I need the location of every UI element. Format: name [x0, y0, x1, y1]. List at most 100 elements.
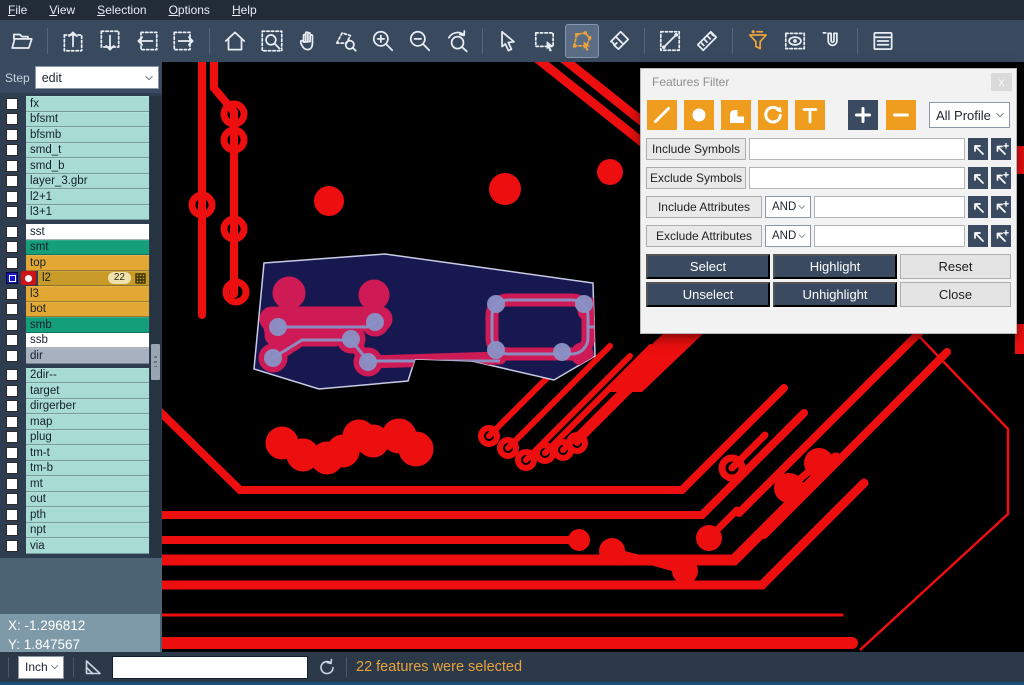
layer-row-l3[interactable]: l3 — [0, 286, 149, 302]
pick-arrow-add-icon[interactable] — [991, 138, 1011, 160]
layer-row-dirgerber[interactable]: dirgerber — [0, 399, 149, 415]
layer-checkbox[interactable] — [6, 319, 18, 331]
layer-color-bar[interactable]: via — [26, 538, 149, 554]
layer-checkbox[interactable] — [6, 509, 18, 521]
menu-item-selection[interactable]: Selection — [97, 3, 146, 17]
negative-icon[interactable] — [886, 100, 916, 130]
layer-row-smt[interactable]: smt — [0, 240, 149, 256]
layer-color-bar[interactable]: target — [26, 383, 149, 399]
zoom-previous-icon[interactable] — [441, 25, 473, 57]
reset-button[interactable]: Reset — [900, 254, 1011, 279]
layer-checkbox[interactable] — [6, 447, 18, 459]
layer-checkbox[interactable] — [6, 416, 18, 428]
layer-row-smd_b[interactable]: smd_b — [0, 158, 149, 174]
sidebar-scrollbar[interactable] — [150, 96, 161, 558]
layer-color-bar[interactable]: smd_b — [26, 158, 149, 174]
ruler-icon[interactable] — [691, 25, 723, 57]
clean-brush-icon[interactable] — [603, 25, 635, 57]
pick-arrow-add-icon[interactable] — [991, 225, 1011, 247]
layer-checkbox[interactable] — [6, 160, 18, 172]
layer-row-pth[interactable]: pth — [0, 507, 149, 523]
layer-color-bar[interactable]: smd_t — [26, 143, 149, 159]
pick-arrow-icon[interactable] — [968, 196, 988, 218]
pick-arrow-add-icon[interactable] — [991, 196, 1011, 218]
layers-form-icon[interactable] — [867, 25, 899, 57]
command-input[interactable] — [112, 656, 308, 679]
layer-row-out[interactable]: out — [0, 492, 149, 508]
layer-color-bar[interactable]: layer_3.gbr — [26, 174, 149, 190]
menu-item-options[interactable]: Options — [169, 3, 210, 17]
pick-arrow-icon[interactable] — [968, 167, 988, 189]
snap-magnet-icon[interactable] — [816, 25, 848, 57]
pad-shape-icon[interactable] — [684, 100, 714, 130]
layer-color-bar[interactable]: plug — [26, 430, 149, 446]
layer-row-l2[interactable]: l222 — [0, 271, 149, 287]
layer-checkbox[interactable] — [6, 540, 18, 552]
positive-icon[interactable] — [848, 100, 878, 130]
layer-color-bar[interactable]: sst — [26, 224, 149, 240]
layer-checkbox[interactable] — [6, 288, 18, 300]
dialog-titlebar[interactable]: Features Filter x — [641, 69, 1016, 94]
transform-zoom-icon[interactable] — [330, 25, 362, 57]
layer-color-bar[interactable]: fx — [26, 96, 149, 112]
filter-value-input[interactable] — [749, 167, 965, 189]
step-select[interactable]: edit — [35, 66, 159, 89]
filter-label-button[interactable]: Include Attributes — [646, 196, 762, 218]
close-icon[interactable]: x — [991, 73, 1012, 91]
layer-row-target[interactable]: target — [0, 383, 149, 399]
layer-row-top[interactable]: top — [0, 255, 149, 271]
layer-checkbox[interactable] — [6, 524, 18, 536]
open-folder-icon[interactable] — [6, 25, 38, 57]
layer-row-dir[interactable]: dir — [0, 348, 149, 364]
and-or-select[interactable]: AND — [765, 196, 811, 218]
home-view-icon[interactable] — [219, 25, 251, 57]
layer-color-bar[interactable]: tm-b — [26, 461, 149, 477]
filter-label-button[interactable]: Exclude Symbols — [646, 167, 746, 189]
layer-row-ssb[interactable]: ssb — [0, 333, 149, 349]
layer-color-bar[interactable]: smb — [26, 317, 149, 333]
zoom-out-icon[interactable] — [404, 25, 436, 57]
layer-color-bar[interactable]: 2dir-- — [26, 368, 149, 384]
grid-icon[interactable] — [135, 273, 146, 284]
send-up-icon[interactable] — [57, 25, 89, 57]
layer-checkbox[interactable] — [6, 98, 18, 110]
send-down-icon[interactable] — [94, 25, 126, 57]
unhighlight-button[interactable]: Unhighlight — [773, 282, 897, 307]
layer-row-via[interactable]: via — [0, 538, 149, 554]
pick-arrow-add-icon[interactable] — [991, 167, 1011, 189]
pick-arrow-icon[interactable] — [968, 225, 988, 247]
pan-hand-icon[interactable] — [293, 25, 325, 57]
layer-row-bfsmt[interactable]: bfsmt — [0, 112, 149, 128]
layer-row-mt[interactable]: mt — [0, 476, 149, 492]
corner-tool-icon[interactable] — [83, 658, 103, 677]
layer-color-bar[interactable]: top — [26, 255, 149, 271]
menu-item-file[interactable]: File — [8, 3, 27, 17]
sidebar-scrollbar-thumb[interactable] — [151, 344, 160, 380]
layer-checkbox[interactable] — [6, 369, 18, 381]
layer-color-bar[interactable]: npt — [26, 523, 149, 539]
filter-label-button[interactable]: Include Symbols — [646, 138, 746, 160]
layer-color-bar[interactable]: smt — [26, 240, 149, 256]
arc-shape-icon[interactable] — [758, 100, 788, 130]
text-shape-icon[interactable] — [795, 100, 825, 130]
layer-checkbox[interactable] — [6, 431, 18, 443]
filter-label-button[interactable]: Exclude Attributes — [646, 225, 762, 247]
layer-checkbox[interactable] — [6, 478, 18, 490]
layer-checkbox[interactable] — [6, 113, 18, 125]
layer-checkbox[interactable] — [6, 191, 18, 203]
refresh-icon[interactable] — [317, 658, 337, 677]
layer-row-plug[interactable]: plug — [0, 430, 149, 446]
layer-row-l2+1[interactable]: l2+1 — [0, 189, 149, 205]
pick-arrow-icon[interactable] — [968, 138, 988, 160]
and-or-select[interactable]: AND — [765, 225, 811, 247]
layer-color-bar[interactable]: dir — [26, 348, 149, 364]
layer-row-tm-b[interactable]: tm-b — [0, 461, 149, 477]
features-filter-icon[interactable] — [742, 25, 774, 57]
layer-color-bar[interactable]: bot — [26, 302, 149, 318]
rect-select-icon[interactable] — [529, 25, 561, 57]
layer-checkbox[interactable] — [6, 400, 18, 412]
layer-row-fx[interactable]: fx — [0, 96, 149, 112]
layer-color-bar[interactable]: out — [26, 492, 149, 508]
layer-checkbox[interactable] — [6, 241, 18, 253]
close-button[interactable]: Close — [900, 282, 1011, 307]
